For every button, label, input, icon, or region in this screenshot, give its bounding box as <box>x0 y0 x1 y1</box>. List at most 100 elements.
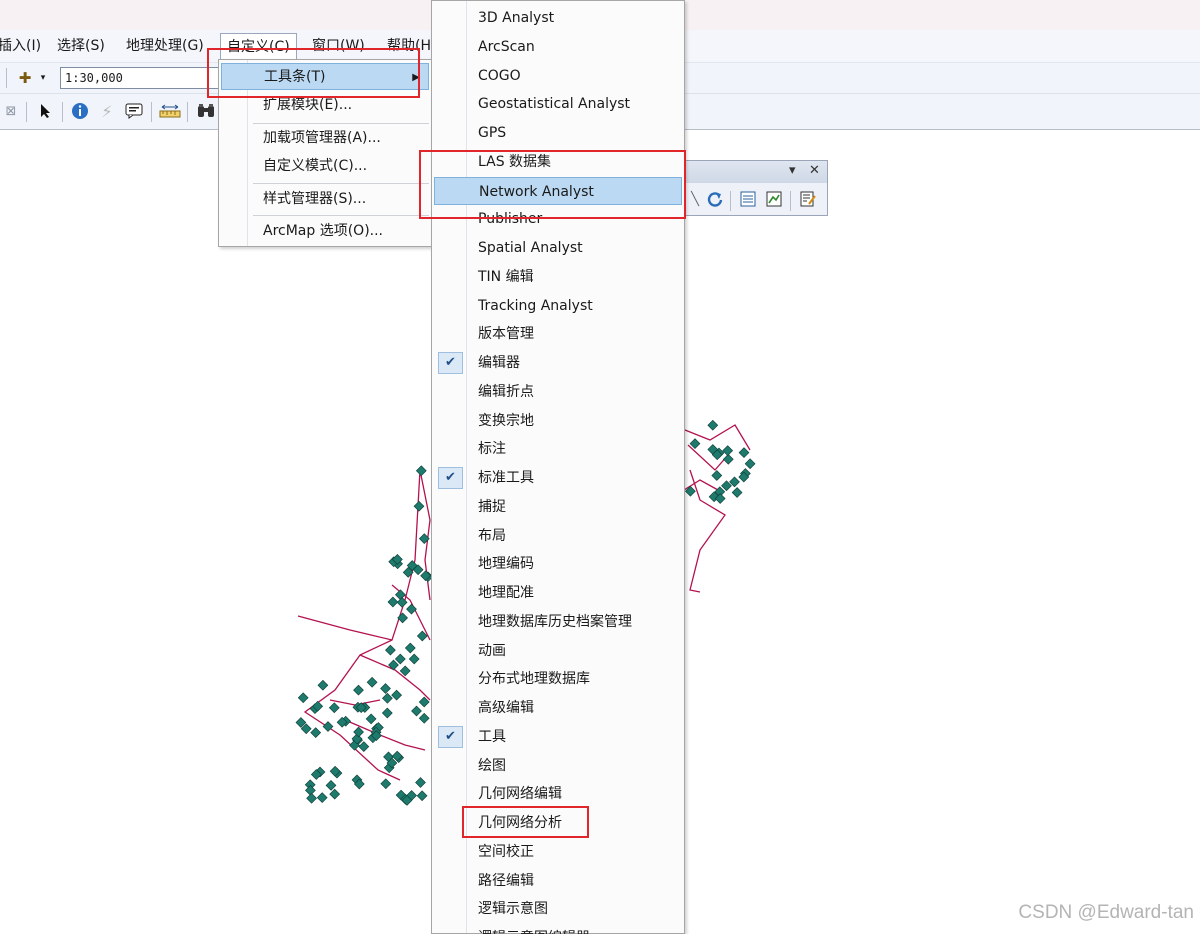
submenu-item[interactable]: 逻辑示意图 <box>434 895 682 923</box>
submenu-item-label: COGO <box>478 67 521 84</box>
network-junction <box>411 705 422 717</box>
submenu-item-label: 版本管理 <box>478 326 534 343</box>
network-junction <box>381 707 393 719</box>
submenu-item[interactable]: 3D Analyst <box>434 4 682 32</box>
submenu-item[interactable]: Tracking Analyst <box>434 292 682 320</box>
find-binoculars-icon[interactable] <box>195 101 217 121</box>
menu-geoprocessing[interactable]: 地理处理(G) <box>126 36 204 56</box>
submenu-item[interactable]: 地理配准 <box>434 579 682 607</box>
add-data-icon[interactable]: ✚ <box>14 67 36 89</box>
toolbar-separator <box>6 68 7 88</box>
menu-item-arcmap-options[interactable]: ArcMap 选项(O)... <box>221 218 429 245</box>
measure-icon[interactable] <box>159 101 181 121</box>
network-edge <box>297 615 393 641</box>
submenu-item[interactable]: 捕捉 <box>434 493 682 521</box>
submenu-item-label: 地理数据库历史档案管理 <box>478 613 632 630</box>
submenu-item[interactable]: 逻辑示意图编辑器 <box>434 924 682 934</box>
submenu-item-label: 空间校正 <box>478 843 534 860</box>
submenu-item-label: 地理编码 <box>478 556 534 573</box>
submenu-item[interactable]: ArcScan <box>434 33 682 61</box>
network-junction <box>385 644 396 656</box>
submenu-item[interactable]: 编辑折点 <box>434 378 682 406</box>
submenu-item[interactable]: 动画 <box>434 637 682 665</box>
submenu-item[interactable]: 路径编辑 <box>434 867 682 895</box>
network-junction <box>689 438 701 449</box>
network-junction <box>408 653 420 665</box>
submenu-item[interactable]: Spatial Analyst <box>434 234 682 262</box>
submenu-item-label: 高级编辑 <box>478 700 534 716</box>
network-junction <box>397 612 408 624</box>
network-junction <box>394 653 406 665</box>
network-junction <box>744 458 756 470</box>
menu-item-addin-manager[interactable]: 加载项管理器(A)... <box>221 125 429 152</box>
network-junction <box>406 603 417 615</box>
network-junction <box>395 589 406 601</box>
submenu-item-label: 编辑器 <box>478 355 520 371</box>
submenu-item[interactable]: COGO <box>434 62 682 90</box>
submenu-item[interactable]: ✔ 编辑器 <box>434 349 682 377</box>
network-junction <box>413 500 425 512</box>
network-junction <box>366 676 378 688</box>
network-junction <box>353 684 364 696</box>
network-junction <box>387 596 399 608</box>
submenu-item-label: 地理配准 <box>478 585 534 601</box>
submenu-item[interactable]: ✔ 标准工具 <box>434 464 682 492</box>
submenu-item-label: ArcScan <box>478 38 535 55</box>
network-junction <box>722 453 734 465</box>
submenu-item[interactable]: 地理编码 <box>434 550 682 578</box>
network-junction <box>416 790 428 802</box>
menu-item-style-manager[interactable]: 样式管理器(S)... <box>221 186 429 213</box>
submenu-item-label: 逻辑示意图 <box>478 901 548 918</box>
submenu-item[interactable]: ✔ 工具 <box>434 723 682 751</box>
hyperlink-icon[interactable]: ⚡ <box>97 101 117 121</box>
menu-insert[interactable]: 插入(I) <box>0 36 41 56</box>
submenu-item[interactable]: 版本管理 <box>434 320 682 348</box>
network-junction <box>365 713 377 725</box>
toolbar-separator <box>151 102 152 122</box>
network-junction <box>391 689 402 701</box>
submenu-item[interactable]: TIN 编辑 <box>434 263 682 291</box>
toolbar-separator <box>62 102 63 122</box>
full-extent-icon[interactable]: ⊠ <box>2 102 20 120</box>
network-junction <box>382 692 393 704</box>
network-junction <box>380 778 392 790</box>
identify-icon[interactable] <box>70 101 90 121</box>
submenu-item-label: Spatial Analyst <box>478 240 583 256</box>
watermark: CSDN @Edward-tan <box>1018 902 1194 923</box>
network-junction <box>310 727 322 738</box>
submenu-item[interactable]: 地理数据库历史档案管理 <box>434 608 682 636</box>
toolbar-separator <box>26 102 27 122</box>
submenu-item-label: 3D Analyst <box>478 10 555 26</box>
network-junction <box>738 447 750 458</box>
network-junction <box>325 780 337 791</box>
submenu-item-label: GPS <box>478 125 507 141</box>
submenu-item-label: TIN 编辑 <box>478 268 534 285</box>
network-edge <box>329 699 381 706</box>
submenu-item[interactable]: 标注 <box>434 435 682 463</box>
submenu-item[interactable]: GPS <box>434 119 682 147</box>
submenu-item[interactable]: 几何网络编辑 <box>434 780 682 808</box>
html-popup-icon[interactable] <box>124 101 144 121</box>
menu-selection[interactable]: 选择(S) <box>57 36 105 56</box>
select-elements-icon[interactable] <box>36 101 56 121</box>
submenu-item[interactable]: 空间校正 <box>434 838 682 866</box>
chevron-down-icon[interactable]: ▾ <box>38 71 48 85</box>
submenu-item-label: 几何网络编辑 <box>478 786 562 803</box>
network-junction <box>404 642 416 654</box>
submenu-item-label: 绘图 <box>478 757 506 774</box>
map-scale-input[interactable]: 1:30,000 <box>60 67 220 89</box>
submenu-item[interactable]: 高级编辑 <box>434 694 682 722</box>
submenu-item-label: 动画 <box>478 642 506 659</box>
submenu-item[interactable]: 布局 <box>434 522 682 550</box>
annotation-box-geometric-network-analysis <box>462 806 589 838</box>
submenu-item[interactable]: 分布式地理数据库 <box>434 665 682 693</box>
network-junction <box>297 692 309 704</box>
checkmark-icon: ✔ <box>438 725 463 748</box>
submenu-item-label: 捕捉 <box>478 498 506 515</box>
submenu-item[interactable]: 绘图 <box>434 752 682 780</box>
network-junction <box>317 679 329 691</box>
submenu-item[interactable]: Geostatistical Analyst <box>434 90 682 118</box>
submenu-item[interactable]: 变换宗地 <box>434 407 682 435</box>
menu-item-customize-mode[interactable]: 自定义模式(C)... <box>221 153 429 180</box>
network-junction <box>731 487 743 498</box>
